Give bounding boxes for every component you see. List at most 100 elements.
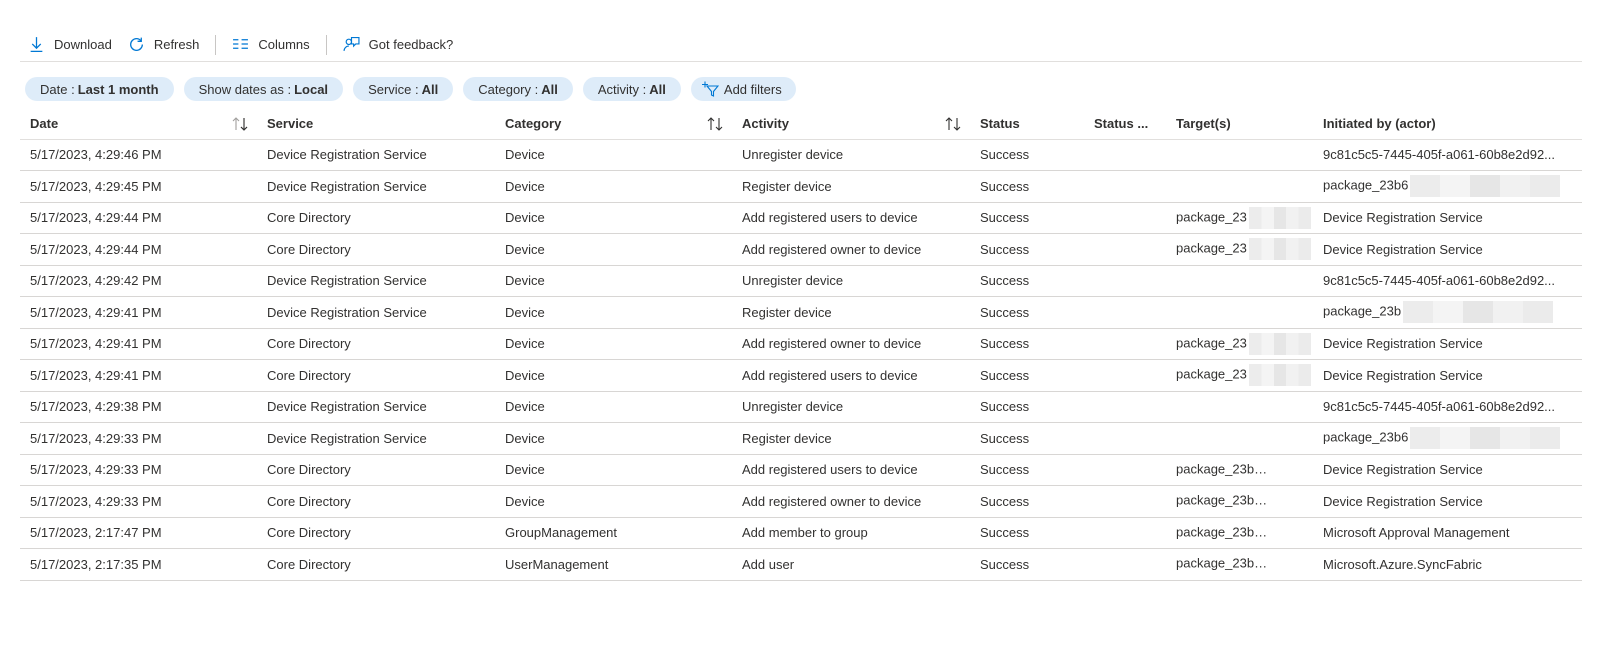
- cell-date-text: 5/17/2023, 4:29:44 PM: [30, 241, 162, 257]
- cell-initiated-by-text: Device Registration Service: [1323, 241, 1483, 257]
- filter-show-dates[interactable]: Show dates as : Local: [183, 77, 344, 101]
- sort-icon[interactable]: [706, 116, 724, 132]
- table-row[interactable]: 5/17/2023, 4:29:41 PM Device Registration…: [20, 296, 1582, 329]
- cell-activity-text: Add registered users to device: [742, 367, 918, 383]
- cell-status-text: Success: [980, 304, 1030, 320]
- cell-service-text: Core Directory: [267, 493, 351, 509]
- cell-date: 5/17/2023, 4:29:41 PM: [20, 296, 257, 329]
- cell-activity: Unregister device: [732, 139, 970, 171]
- filter-value: All: [421, 81, 439, 97]
- cell-date: 5/17/2023, 4:29:33 PM: [20, 454, 257, 486]
- table-row[interactable]: 5/17/2023, 4:29:44 PM Core Directory Devic…: [20, 233, 1582, 266]
- columns-button[interactable]: Columns: [224, 30, 317, 60]
- cell-activity-text: Add registered owner to device: [742, 241, 922, 257]
- download-button[interactable]: Download: [20, 30, 120, 60]
- table-row[interactable]: 5/17/2023, 4:29:41 PM Core Directory Devic…: [20, 359, 1582, 392]
- column-header-status[interactable]: Status: [970, 108, 1084, 140]
- cell-status-reason: [1084, 548, 1166, 581]
- sort-icon[interactable]: [231, 116, 249, 132]
- cell-initiated-by: 9c81c5c5-7445-405f-a061-60b8e2d92...: [1313, 265, 1582, 297]
- table-row[interactable]: 5/17/2023, 4:29:45 PM Device Registration…: [20, 170, 1582, 203]
- refresh-button[interactable]: Refresh: [120, 30, 208, 60]
- column-header-category[interactable]: Category: [495, 108, 732, 140]
- cell-date-text: 5/17/2023, 4:29:41 PM: [30, 336, 162, 352]
- cell-target: [1166, 391, 1313, 423]
- cell-service: Device Registration Service: [257, 391, 495, 423]
- sort-icon[interactable]: [944, 116, 962, 132]
- column-header-date[interactable]: Date: [20, 108, 257, 140]
- cell-date-text: 5/17/2023, 4:29:33 PM: [30, 462, 162, 478]
- feedback-button[interactable]: Got feedback?: [335, 30, 462, 60]
- table-row[interactable]: 5/17/2023, 4:29:42 PM Device Registration…: [20, 265, 1582, 297]
- column-header-service[interactable]: Service: [257, 108, 495, 140]
- cell-date-text: 5/17/2023, 2:17:47 PM: [30, 525, 162, 541]
- cell-initiated-by-text: 9c81c5c5-7445-405f-a061-60b8e2d92...: [1323, 273, 1556, 289]
- column-header-status-reason[interactable]: Status ...: [1084, 108, 1166, 140]
- filter-key: Activity :: [597, 81, 647, 97]
- cell-category-text: Device: [505, 178, 545, 194]
- table-row[interactable]: 5/17/2023, 4:29:41 PM Core Directory Devic…: [20, 328, 1582, 360]
- table-row[interactable]: 5/17/2023, 4:29:33 PM Core Directory Devic…: [20, 454, 1582, 486]
- cell-target-text: package_23: [1176, 209, 1247, 225]
- cell-status-text: Success: [980, 241, 1030, 257]
- column-header-targets[interactable]: Target(s): [1166, 108, 1313, 140]
- cell-service: Core Directory: [257, 454, 495, 486]
- filter-key: Category :: [478, 81, 539, 97]
- filter-date[interactable]: Date : Last 1 month: [25, 77, 174, 101]
- cell-status: Success: [970, 265, 1084, 297]
- filter-key: Service :: [368, 81, 419, 97]
- cell-activity-text: Unregister device: [742, 273, 844, 289]
- cell-initiated-by-text: Device Registration Service: [1323, 462, 1483, 478]
- cell-category: GroupManagement: [495, 517, 732, 549]
- cell-initiated-by: Device Registration Service: [1313, 454, 1582, 486]
- cell-status-text: Success: [980, 336, 1030, 352]
- cell-activity: Register device: [732, 422, 970, 455]
- cell-target: package_23: [1166, 233, 1313, 266]
- add-filter-icon: [701, 81, 719, 97]
- add-filters-button[interactable]: Add filters: [690, 77, 796, 101]
- cell-initiated-by-text: Device Registration Service: [1323, 493, 1483, 509]
- redacted-region: [1410, 427, 1561, 450]
- table-header: Date Service Category Activity Status St…: [20, 108, 1582, 140]
- cell-activity: Add registered owner to device: [732, 328, 970, 360]
- cell-initiated-by-text: package_23b6: [1323, 429, 1409, 445]
- cell-service: Device Registration Service: [257, 296, 495, 329]
- table-row[interactable]: 5/17/2023, 4:29:44 PM Core Directory Devic…: [20, 202, 1582, 234]
- column-header-initiated-by[interactable]: Initiated by (actor): [1313, 108, 1582, 140]
- cell-target: package_23b: [1166, 454, 1313, 486]
- column-label: Category: [505, 115, 562, 131]
- cell-status: Success: [970, 454, 1084, 486]
- table-row[interactable]: 5/17/2023, 4:29:33 PM Core Directory Devic…: [20, 485, 1582, 518]
- filter-service[interactable]: Service : All: [353, 77, 454, 101]
- feedback-icon: [343, 37, 360, 51]
- cell-service-text: Core Directory: [267, 556, 351, 572]
- cell-category: Device: [495, 359, 732, 392]
- table-row[interactable]: 5/17/2023, 2:17:47 PM Core Directory Group…: [20, 517, 1582, 549]
- cell-service-text: Device Registration Service: [267, 273, 427, 289]
- filter-activity[interactable]: Activity : All: [582, 77, 681, 101]
- cell-date: 5/17/2023, 4:29:33 PM: [20, 422, 257, 455]
- cell-service-text: Core Directory: [267, 210, 351, 226]
- cell-date: 5/17/2023, 4:29:41 PM: [20, 359, 257, 392]
- cell-activity: Add registered users to device: [732, 454, 970, 486]
- cell-status-reason: [1084, 296, 1166, 329]
- cell-initiated-by: 9c81c5c5-7445-405f-a061-60b8e2d92...: [1313, 139, 1582, 171]
- download-icon: [30, 37, 43, 53]
- cell-activity-text: Register device: [742, 304, 832, 320]
- cell-service-text: Device Registration Service: [267, 430, 427, 446]
- cell-status-text: Success: [980, 556, 1030, 572]
- table-row[interactable]: 5/17/2023, 4:29:33 PM Device Registration…: [20, 422, 1582, 455]
- cell-service-text: Device Registration Service: [267, 178, 427, 194]
- column-header-activity[interactable]: Activity: [732, 108, 970, 140]
- table-row[interactable]: 5/17/2023, 4:29:46 PM Device Registration…: [20, 139, 1582, 171]
- table-row[interactable]: 5/17/2023, 4:29:38 PM Device Registration…: [20, 391, 1582, 423]
- cell-initiated-by: 9c81c5c5-7445-405f-a061-60b8e2d92...: [1313, 391, 1582, 423]
- cell-initiated-by-text: Microsoft.Azure.SyncFabric: [1323, 556, 1482, 572]
- cell-initiated-by: Microsoft Approval Management: [1313, 517, 1582, 549]
- cell-status-text: Success: [980, 273, 1030, 289]
- table-row[interactable]: 5/17/2023, 2:17:35 PM Core Directory UserM…: [20, 548, 1582, 581]
- cell-activity-text: Add registered owner to device: [742, 493, 922, 509]
- cell-status: Success: [970, 202, 1084, 234]
- cell-initiated-by: Device Registration Service: [1313, 233, 1582, 266]
- filter-category[interactable]: Category : All: [463, 77, 573, 101]
